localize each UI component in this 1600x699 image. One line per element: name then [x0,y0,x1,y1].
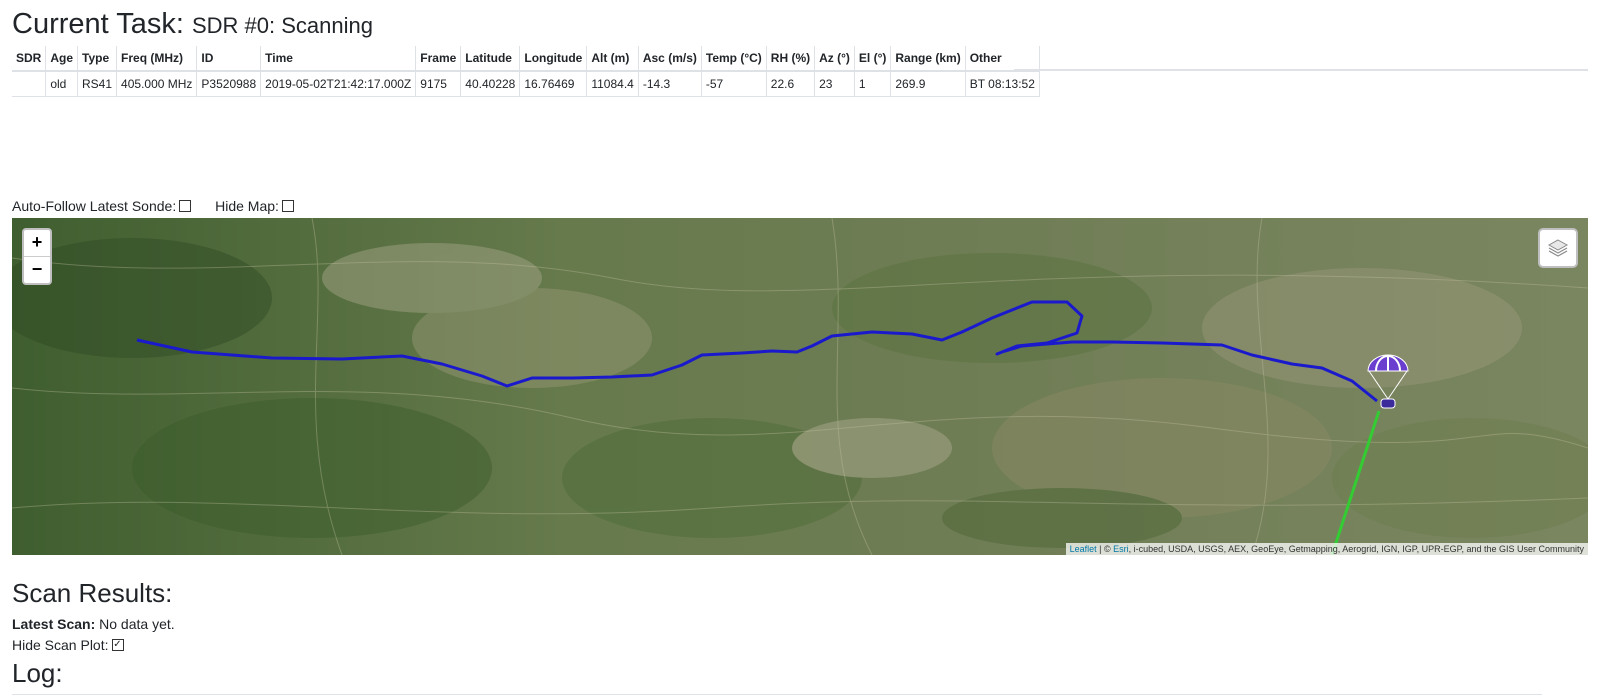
column-header-id[interactable]: ID [196,46,262,72]
cell-temp: -57 [701,71,767,97]
column-header-asc[interactable]: Asc (m/s) [638,46,702,72]
cell-az: 23 [814,71,855,97]
column-header-time[interactable]: Time [260,46,417,72]
auto-follow-label: Auto-Follow Latest Sonde: [12,198,177,214]
hide-map-label: Hide Map: [215,198,279,214]
zoom-in-button[interactable]: + [24,230,50,256]
cell-frame: 9175 [415,71,462,97]
column-header-freq[interactable]: Freq (MHz) [116,46,198,72]
column-header-longitude[interactable]: Longitude [519,46,588,72]
cell-range: 269.9 [890,71,966,97]
hide-scan-plot-checkbox[interactable]: ✓ [111,639,124,651]
cell-id: P3520988 [196,71,262,97]
column-header-sdr[interactable]: SDR [12,46,47,72]
hide-scan-plot-label: Hide Scan Plot: [12,637,109,653]
satellite-imagery [12,218,1588,555]
column-header-range[interactable]: Range (km) [890,46,966,72]
cell-latitude: 40.40228 [460,71,521,97]
cell-longitude: 16.76469 [519,71,588,97]
layers-button[interactable] [1538,228,1578,268]
column-header-el[interactable]: El (°) [854,46,892,72]
zoom-control: + − [22,228,52,285]
column-header-latitude[interactable]: Latitude [460,46,521,72]
latest-scan-value: No data yet. [99,616,175,632]
current-task-heading: Current Task: SDR #0: Scanning [12,6,373,44]
map-container[interactable]: + − Leaflet | © Esri, i-cubed, USDA, USG… [12,218,1588,555]
cell-time: 2019-05-02T21:42:17.000Z [260,71,417,97]
latest-scan-label: Latest Scan: [12,616,96,632]
map-controls: Auto-Follow Latest Sonde: Hide Map: [12,198,314,214]
table-row[interactable]: old RS41 405.000 MHz P3520988 2019-05-02… [12,71,1040,97]
cell-other: BT 08:13:52 [965,71,1040,97]
telemetry-table: SDR Age Type Freq (MHz) ID Time Frame La… [12,46,1040,97]
current-task-value: SDR #0: Scanning [191,13,373,38]
cell-freq: 405.000 MHz [116,71,198,97]
column-header-rh[interactable]: RH (%) [766,46,816,72]
zoom-out-button[interactable]: − [24,256,50,283]
cell-age: old [45,71,79,97]
column-header-alt[interactable]: Alt (m) [586,46,639,72]
auto-follow-toggle[interactable]: Auto-Follow Latest Sonde: [12,198,192,214]
column-header-age[interactable]: Age [45,46,79,72]
layers-icon [1547,239,1569,257]
column-header-az[interactable]: Az (°) [814,46,855,72]
attribution-separator: | © [1096,544,1114,554]
column-header-frame[interactable]: Frame [415,46,462,72]
cell-alt: 11084.4 [586,71,639,97]
column-header-type[interactable]: Type [77,46,118,72]
cell-type: RS41 [77,71,118,97]
scan-results-heading: Scan Results: [12,578,173,608]
table-header-rule [1014,69,1588,71]
leaflet-link[interactable]: Leaflet [1070,544,1097,554]
attribution-text: , i-cubed, USDA, USGS, AEX, GeoEye, Getm… [1128,544,1584,554]
hide-scan-plot-toggle[interactable]: Hide Scan Plot: ✓ [12,637,124,653]
cell-el: 1 [854,71,892,97]
hide-map-toggle[interactable]: Hide Map: [215,198,294,214]
auto-follow-checkbox[interactable] [179,200,192,212]
table-header-row: SDR Age Type Freq (MHz) ID Time Frame La… [12,46,1040,72]
cell-asc: -14.3 [638,71,702,97]
map-attribution: Leaflet | © Esri, i-cubed, USDA, USGS, A… [1065,543,1588,555]
current-task-label: Current Task: [12,8,184,40]
esri-link[interactable]: Esri [1113,544,1129,554]
column-header-other[interactable]: Other [965,46,1040,72]
log-divider [12,694,1542,695]
latest-scan-line: Latest Scan: No data yet. [12,616,175,632]
log-heading: Log: [12,658,63,688]
column-header-temp[interactable]: Temp (°C) [701,46,767,72]
hide-map-checkbox[interactable] [281,200,294,212]
cell-sdr [12,71,47,97]
cell-rh: 22.6 [766,71,816,97]
